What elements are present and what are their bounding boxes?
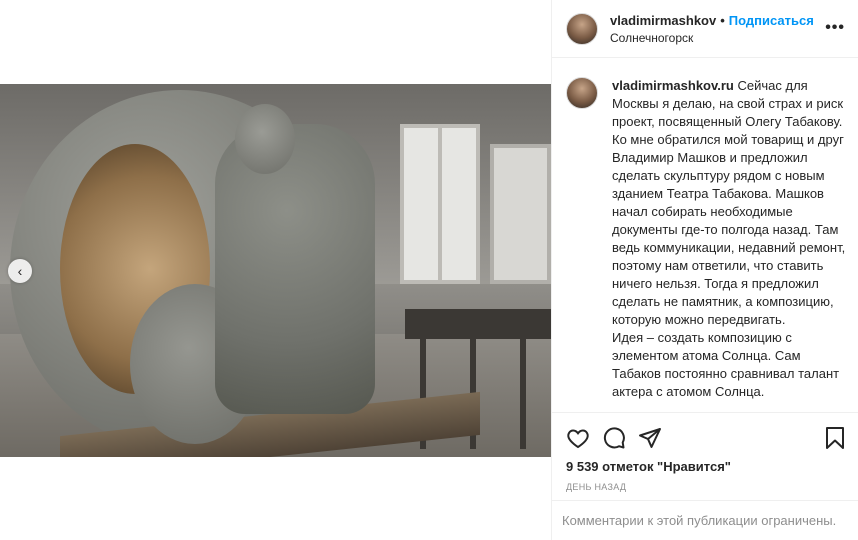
post-timestamp[interactable]: ДЕНЬ НАЗАД [566,482,626,492]
caption-author[interactable]: vladimirmashkov.ru [612,78,734,93]
photo-table-leg [520,339,526,449]
share-icon [639,428,661,448]
heart-icon [567,429,589,449]
comment-icon [603,427,625,449]
post-location[interactable]: Солнечногорск [610,31,814,45]
comments-limited-notice: Комментарии к этой публикации ограничены… [552,500,858,540]
carousel-prev-button[interactable]: ‹ [8,259,32,283]
share-button[interactable] [638,426,662,450]
photo-window [400,124,480,284]
photo-table [405,309,551,339]
post-side-panel: vladimirmashkov • Подписаться Солнечного… [551,0,858,540]
more-options-button[interactable]: ••• [825,19,845,37]
bookmark-icon [826,427,844,449]
sculpture-man-figure [215,124,375,414]
sculpture-man-head [235,104,295,174]
comment-button[interactable] [602,426,626,450]
post-photo[interactable] [0,84,551,457]
caption-area: vladimirmashkov.ru Сейчас для Москвы я д… [552,59,858,412]
separator-dot: • [720,12,725,28]
chevron-left-icon: ‹ [17,263,23,279]
post-header: vladimirmashkov • Подписаться Солнечного… [552,0,858,58]
caption-text: Сейчас для Москвы я делаю, на свой страх… [612,78,846,399]
author-username[interactable]: vladimirmashkov [610,13,716,28]
post-caption: vladimirmashkov.ru Сейчас для Москвы я д… [612,77,849,412]
more-icon: ••• [825,19,845,36]
follow-button[interactable]: Подписаться [729,13,814,28]
author-avatar[interactable] [566,12,598,45]
photo-window-2 [490,144,551,284]
like-button[interactable] [566,426,590,450]
post-actions: 9 539 отметок "Нравится" ДЕНЬ НАЗАД [552,412,858,500]
action-icons [566,426,674,450]
media-area: ‹ [0,0,551,540]
caption-author-avatar[interactable] [566,77,598,109]
likes-count[interactable]: 9 539 отметок "Нравится" [566,459,731,474]
header-text: vladimirmashkov • Подписаться Солнечного… [610,13,814,45]
save-button[interactable] [823,426,847,450]
header-line: vladimirmashkov • Подписаться [610,13,814,28]
